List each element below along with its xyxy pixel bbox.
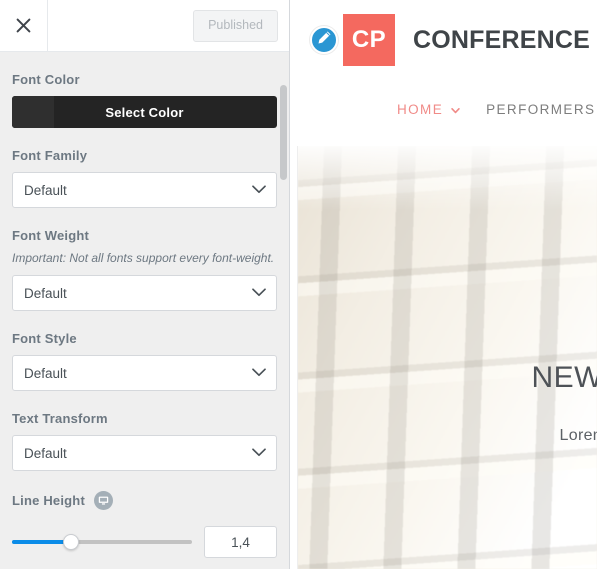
font-family-select-wrap: Default (12, 172, 277, 208)
style-settings-panel: Published Font Color Select Color Font F… (0, 0, 290, 569)
site-preview: CP CONFERENCE PRO HOME PERFORMERS (290, 0, 597, 569)
slider-handle[interactable] (63, 534, 80, 551)
select-color-button[interactable]: Select Color (12, 96, 277, 128)
line-height-label-row: Line Height (12, 491, 277, 511)
font-weight-select-wrap: Default (12, 275, 277, 312)
edit-element-button[interactable] (310, 26, 338, 54)
nav-item-label: PERFORMERS (486, 102, 596, 117)
text-transform-select[interactable]: Default (12, 435, 277, 472)
control-font-color: Font Color Select Color (12, 72, 277, 128)
panel-body: Font Color Select Color Font Family Defa… (0, 52, 289, 569)
chevron-down-icon (451, 102, 460, 117)
font-style-select[interactable]: Default (12, 355, 277, 392)
hero-title: NEW (531, 361, 597, 394)
current-color-swatch (12, 96, 54, 128)
font-style-select-wrap: Default (12, 355, 277, 392)
publish-button[interactable]: Published (193, 9, 278, 42)
site-navigation: HOME PERFORMERS (397, 102, 595, 117)
pencil-icon (317, 30, 332, 50)
hero-section: NEW Lorem i (298, 146, 597, 569)
control-font-style: Font Style Default (12, 331, 277, 392)
line-height-slider[interactable] (12, 534, 192, 551)
hero-subtitle: Lorem i (559, 427, 597, 444)
brand-row: CP CONFERENCE PRO (298, 0, 597, 66)
font-weight-select[interactable]: Default (12, 275, 277, 312)
text-transform-select-wrap: Default (12, 435, 277, 472)
font-family-select[interactable]: Default (12, 172, 277, 208)
control-text-transform: Text Transform Default (12, 411, 277, 472)
control-font-family: Font Family Default (12, 148, 277, 208)
nav-item-performers[interactable]: PERFORMERS (486, 102, 595, 117)
line-height-label: Line Height (12, 493, 85, 509)
font-color-label: Font Color (12, 72, 80, 87)
desktop-icon[interactable] (93, 491, 113, 511)
brand-name: CONFERENCE PRO (413, 25, 597, 54)
line-height-value-input[interactable]: 1,4 (204, 526, 277, 559)
site-header: CP CONFERENCE PRO HOME PERFORMERS (290, 0, 597, 146)
control-font-weight: Font Weight Important: Not all fonts sup… (12, 228, 277, 312)
nav-item-label: HOME (397, 102, 444, 117)
line-height-slider-row: 1,4 (12, 526, 277, 559)
font-family-label: Font Family (12, 148, 88, 163)
control-line-height: Line Height 1,4 (12, 491, 277, 559)
select-color-label: Select Color (105, 104, 184, 120)
elementor-editor-window: Published Font Color Select Color Font F… (0, 0, 597, 569)
panel-scrollbar[interactable] (280, 85, 287, 180)
nav-item-home[interactable]: HOME (397, 102, 460, 117)
logo-mark[interactable]: CP (343, 14, 395, 66)
panel-header: Published (0, 0, 289, 52)
text-transform-label: Text Transform (12, 411, 108, 427)
font-weight-label: Font Weight (12, 228, 90, 243)
font-weight-hint: Important: Not all fonts support every f… (12, 251, 275, 265)
close-icon (16, 18, 31, 33)
hero-text-block: NEW Lorem i (298, 146, 597, 445)
font-style-label: Font Style (12, 331, 77, 347)
close-button[interactable] (0, 0, 48, 51)
